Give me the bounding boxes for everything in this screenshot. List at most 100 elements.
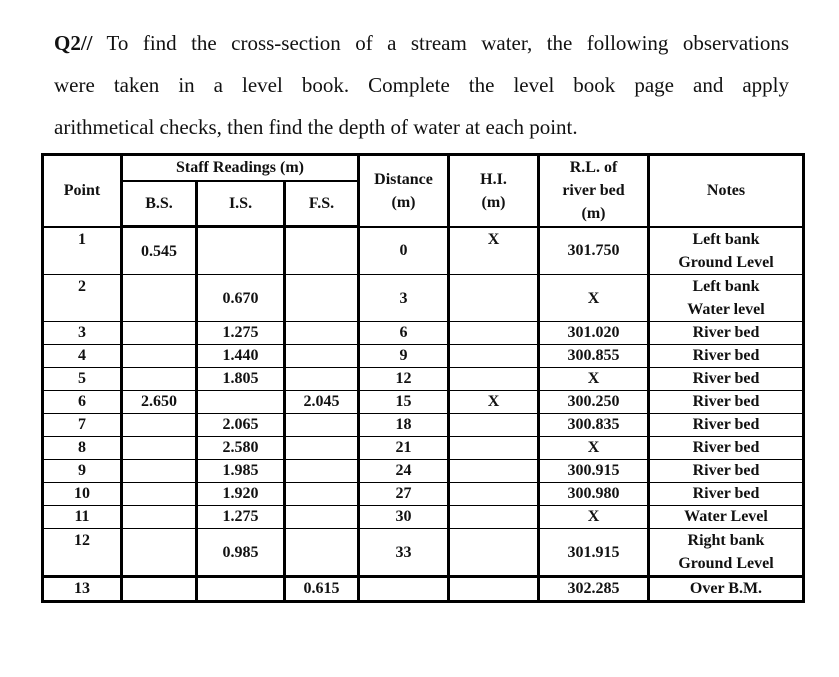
cell-bs [120, 344, 198, 368]
cell-fs [283, 528, 360, 577]
cell-bs [120, 459, 198, 483]
cell-notes: River bed [647, 436, 805, 460]
cell-bs [120, 413, 198, 437]
question-line-1: Q2// To find the cross-section of a stre… [54, 31, 789, 55]
cell-point: 1 [41, 226, 123, 275]
header-point: Point [41, 153, 123, 228]
header-fs: F.S. [283, 179, 360, 228]
cell-point: 9 [41, 459, 123, 483]
cell-point: 13 [41, 575, 123, 602]
cell-point: 5 [41, 367, 123, 391]
cell-is: 2.580 [195, 436, 286, 460]
cell-fs [283, 226, 360, 275]
cell-fs [283, 505, 360, 529]
cell-rl: X [537, 367, 650, 391]
cell-fs [283, 413, 360, 437]
cell-bs [120, 482, 198, 506]
cell-is: 1.275 [195, 505, 286, 529]
cell-distance: 21 [357, 436, 450, 460]
cell-hi [447, 505, 540, 529]
level-book-table: Point Staff Readings (m) Distance (m) H.I… [41, 153, 805, 603]
cell-point: 10 [41, 482, 123, 506]
cell-notes: Right bank Ground Level [647, 528, 805, 577]
cell-bs [120, 274, 198, 322]
cell-hi [447, 344, 540, 368]
question-line-2: were taken in a level book. Complete the… [54, 73, 789, 97]
cell-hi [447, 575, 540, 602]
cell-fs [283, 344, 360, 368]
cell-notes: Left bank Ground Level [647, 226, 805, 275]
cell-is: 1.440 [195, 344, 286, 368]
cell-hi [447, 367, 540, 391]
cell-rl: 301.750 [537, 226, 650, 275]
cell-fs [283, 321, 360, 345]
cell-bs [120, 528, 198, 577]
cell-notes: River bed [647, 413, 805, 437]
header-staff-readings: Staff Readings (m) [120, 153, 360, 182]
cell-rl: 300.835 [537, 413, 650, 437]
table-row: 4 1.440 9 300.855 River bed [41, 344, 805, 368]
cell-fs [283, 459, 360, 483]
cell-distance [357, 575, 450, 602]
cell-rl: 301.020 [537, 321, 650, 345]
cell-hi [447, 459, 540, 483]
table-row: 8 2.580 21 X River bed [41, 436, 805, 460]
header-notes: Notes [647, 153, 805, 228]
cell-fs: 0.615 [283, 575, 360, 602]
cell-hi [447, 413, 540, 437]
cell-distance: 0 [357, 226, 450, 275]
cell-distance: 12 [357, 367, 450, 391]
cell-fs [283, 482, 360, 506]
cell-hi: X [447, 226, 540, 275]
cell-rl: X [537, 436, 650, 460]
cell-point: 7 [41, 413, 123, 437]
cell-is: 2.065 [195, 413, 286, 437]
table-row: 10 1.920 27 300.980 River bed [41, 482, 805, 506]
cell-point: 11 [41, 505, 123, 529]
cell-distance: 9 [357, 344, 450, 368]
table-row: 11 1.275 30 X Water Level [41, 505, 805, 529]
cell-is [195, 575, 286, 602]
cell-fs [283, 367, 360, 391]
cell-point: 8 [41, 436, 123, 460]
cell-is: 1.985 [195, 459, 286, 483]
cell-notes: Over B.M. [647, 575, 805, 602]
cell-notes: River bed [647, 459, 805, 483]
cell-rl: 302.285 [537, 575, 650, 602]
cell-hi [447, 321, 540, 345]
cell-fs [283, 436, 360, 460]
cell-is: 0.985 [195, 528, 286, 577]
table-row: 6 2.650 2.045 15 X 300.250 River bed [41, 390, 805, 414]
cell-fs [283, 274, 360, 322]
cell-notes: River bed [647, 390, 805, 414]
cell-distance: 18 [357, 413, 450, 437]
cell-distance: 24 [357, 459, 450, 483]
cell-point: 2 [41, 274, 123, 322]
cell-distance: 15 [357, 390, 450, 414]
cell-bs [120, 367, 198, 391]
cell-hi [447, 528, 540, 577]
cell-point: 6 [41, 390, 123, 414]
cell-hi [447, 274, 540, 322]
cell-is: 0.670 [195, 274, 286, 322]
cell-notes: River bed [647, 482, 805, 506]
header-distance: Distance (m) [357, 153, 450, 228]
table-row: 12 0.985 33 301.915 Right bank Ground Level [41, 528, 805, 577]
cell-rl: 300.250 [537, 390, 650, 414]
cell-hi [447, 436, 540, 460]
cell-notes: Left bank Water level [647, 274, 805, 322]
cell-point: 3 [41, 321, 123, 345]
header-rl: R.L. of river bed (m) [537, 153, 650, 228]
header-hi: H.I. (m) [447, 153, 540, 228]
table-row: 13 0.615 302.285 Over B.M. [41, 575, 805, 602]
cell-rl: 300.980 [537, 482, 650, 506]
header-is: I.S. [195, 179, 286, 228]
cell-point: 12 [41, 528, 123, 577]
question-text: Q2// To find the cross-section of a stre… [54, 22, 789, 148]
cell-rl: 301.915 [537, 528, 650, 577]
cell-hi [447, 482, 540, 506]
cell-bs [120, 505, 198, 529]
table-row: 9 1.985 24 300.915 River bed [41, 459, 805, 483]
cell-point: 4 [41, 344, 123, 368]
cell-rl: X [537, 274, 650, 322]
